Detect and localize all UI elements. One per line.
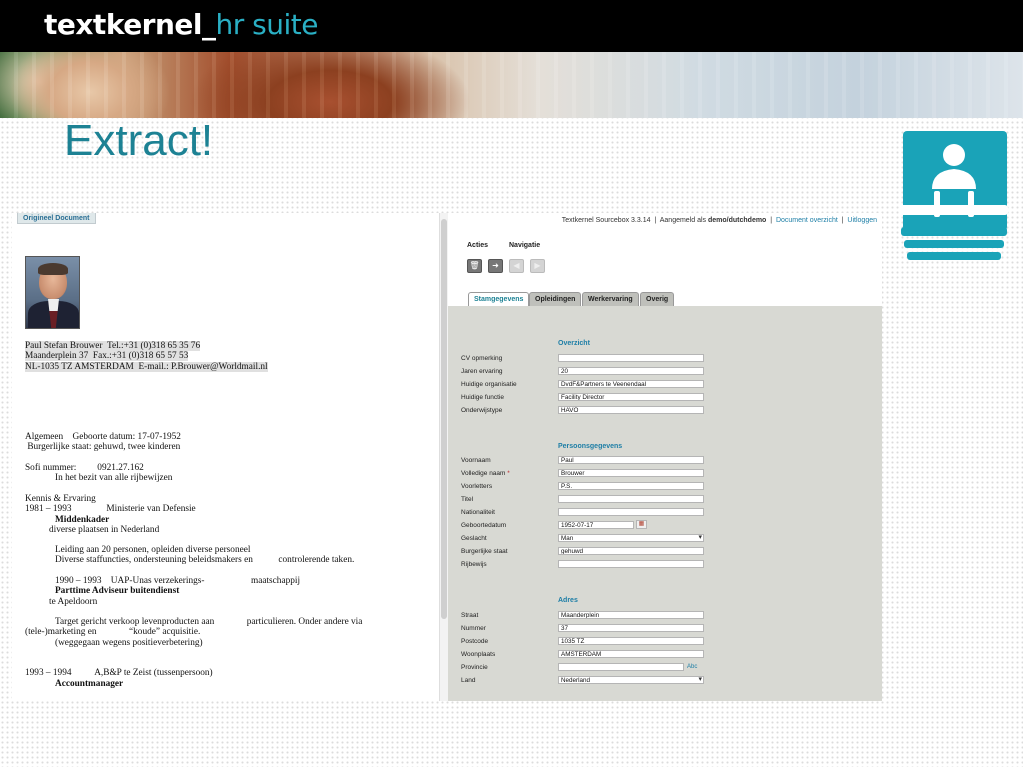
rijbewijs-field[interactable] <box>558 560 704 568</box>
document-overview-link[interactable]: Document overzicht <box>776 217 838 224</box>
label-huidige-functie: Huidige functie <box>461 394 504 401</box>
doc-line: Maanderplein 37 Fax.:+31 (0)318 65 57 53 <box>25 351 189 361</box>
top-navigation: Textkernel Sourcebox 3.3.14 | Aangemeld … <box>561 217 877 224</box>
tab-overig[interactable]: Overig <box>640 292 675 306</box>
doc-line: Diverse staffuncties, ondersteuning bele… <box>55 555 355 565</box>
doc-line: Parttime Adviseur buitendienst <box>55 586 180 596</box>
next-icon[interactable]: ▶ <box>530 259 545 273</box>
voornaam-field[interactable]: Paul <box>558 456 704 464</box>
woonplaats-field[interactable]: AMSTERDAM <box>558 650 704 658</box>
section-adres: Adres <box>558 597 578 604</box>
burgerlijke-staat-field[interactable]: gehuwd <box>558 547 704 555</box>
doc-line: Leiding aan 20 personen, opleiden divers… <box>55 545 251 555</box>
huidige-functie-field[interactable]: Facility Director <box>558 393 704 401</box>
geslacht-select[interactable]: Man <box>558 534 704 542</box>
doc-line: Middenkader <box>55 515 110 525</box>
provincie-field[interactable] <box>558 663 684 671</box>
doc-line: (tele-)marketing en “koude” acquisitie. <box>25 627 201 637</box>
section-overzicht: Overzicht <box>558 340 590 347</box>
label-geboortedatum: Geboortedatum <box>461 522 507 529</box>
doc-line: Paul Stefan Brouwer Tel.:+31 (0)318 65 3… <box>25 341 201 351</box>
voorletters-field[interactable]: P.S. <box>558 482 704 490</box>
label-titel: Titel <box>461 496 474 503</box>
onderwijstype-field[interactable]: HAVO <box>558 406 704 414</box>
delete-icon[interactable]: 🗑 <box>467 259 482 273</box>
form-area: Overzicht CV opmerking Jaren ervaring 20… <box>448 306 882 701</box>
doc-line: Burgerlijke staat: gehuwd, twee kinderen <box>25 442 181 452</box>
doc-line: (weggegaan wegens positieverbetering) <box>55 638 203 648</box>
candidate-photo <box>25 256 80 329</box>
label-provincie: Provincie <box>461 664 488 671</box>
label-cv-opmerking: CV opmerking <box>461 355 503 362</box>
doc-line: In het bezit van alle rijbewijzen <box>55 473 173 483</box>
doc-line: Kennis & Ervaring <box>25 494 96 504</box>
label-onderwijstype: Onderwijstype <box>461 407 503 414</box>
section-persoonsgegevens: Persoonsgegevens <box>558 443 623 450</box>
required-marker: * <box>507 470 510 477</box>
label-rijbewijs: Rijbewijs <box>461 561 487 568</box>
document-scrollbar[interactable] <box>439 213 448 701</box>
doc-line: NL-1035 TZ AMSTERDAM E-mail.: P.Brouwer@… <box>25 362 268 372</box>
doc-line: 1993 – 1994 A,B&P te Zeist (tussenpersoo… <box>25 668 213 678</box>
tab-stamgegevens[interactable]: Stamgegevens <box>468 292 530 306</box>
tab-opleidingen[interactable]: Opleidingen <box>529 292 582 306</box>
huidige-organisatie-field[interactable]: DvdF&Partners te Veenendaal <box>558 380 704 388</box>
logout-link[interactable]: Uitloggen <box>847 217 877 224</box>
label-jaren-ervaring: Jaren ervaring <box>461 368 503 375</box>
label-geslacht: Geslacht <box>461 535 487 542</box>
land-select[interactable]: Nederland <box>558 676 704 684</box>
geboortedatum-field[interactable]: 1952-07-17 <box>558 521 634 529</box>
doc-line: diverse plaatsen in Nederland <box>49 525 160 535</box>
label-huidige-organisatie: Huidige organisatie <box>461 381 517 388</box>
cv-opmerking-field[interactable] <box>558 354 704 362</box>
nummer-field[interactable]: 37 <box>558 624 704 632</box>
volledige-naam-field[interactable]: Brouwer <box>558 469 704 477</box>
label-woonplaats: Woonplaats <box>461 651 496 658</box>
doc-line: 1981 – 1993 Ministerie van Defensie <box>25 504 196 514</box>
sourcebox-panel: Textkernel Sourcebox 3.3.14 | Aangemeld … <box>448 213 882 701</box>
label-nummer: Nummer <box>461 625 486 632</box>
calendar-icon[interactable]: ▦ <box>636 520 647 529</box>
top-bar: textkernel_hr suite <box>0 0 1023 52</box>
label-straat: Straat <box>461 612 479 619</box>
header-banner-photo <box>0 52 1023 118</box>
nationaliteit-field[interactable] <box>558 508 704 516</box>
tab-original-document[interactable]: Origineel Document <box>17 213 96 224</box>
forward-icon[interactable]: ➜ <box>488 259 503 273</box>
slide-title: Extract! <box>64 116 214 165</box>
titel-field[interactable] <box>558 495 704 503</box>
scroll-thumb[interactable] <box>441 219 447 619</box>
doc-line: Sofi nummer: 0921.27.162 <box>25 463 144 473</box>
label-voorletters: Voorletters <box>461 483 493 490</box>
straat-field[interactable]: Maanderplein <box>558 611 704 619</box>
previous-icon[interactable]: ◀ <box>509 259 524 273</box>
textkernel-logo: textkernel_hr suite <box>44 8 319 41</box>
original-document-panel: Origineel Document Paul Stefan Brouwer T… <box>12 213 450 701</box>
jaren-ervaring-field[interactable]: 20 <box>558 367 704 375</box>
label-nationaliteit: Nationaliteit <box>461 509 495 516</box>
doc-line: Algemeen Geboorte datum: 17-07-1952 <box>25 432 181 442</box>
postcode-field[interactable]: 1035 TZ <box>558 637 704 645</box>
menu-navigatie[interactable]: Navigatie <box>509 242 540 249</box>
label-burgerlijke-staat: Burgerlijke staat <box>461 548 508 555</box>
label-postcode: Postcode <box>461 638 489 645</box>
label-land: Land <box>461 677 476 684</box>
label-voornaam: Voornaam <box>461 457 491 464</box>
doc-line: 1990 – 1993 UAP-Unas verzekerings- maats… <box>55 576 301 586</box>
contact-card-icon <box>900 131 1008 260</box>
label-volledige-naam: Volledige naam * <box>461 470 510 477</box>
doc-line: Accountmanager <box>55 679 124 689</box>
doc-line: Target gericht verkoop levenproducten aa… <box>55 617 363 627</box>
tab-werkervaring[interactable]: Werkervaring <box>582 292 639 306</box>
abc-spellcheck-link[interactable]: Abc <box>687 664 697 670</box>
doc-line: te Apeldoorn <box>49 597 98 607</box>
menu-acties[interactable]: Acties <box>467 242 488 249</box>
